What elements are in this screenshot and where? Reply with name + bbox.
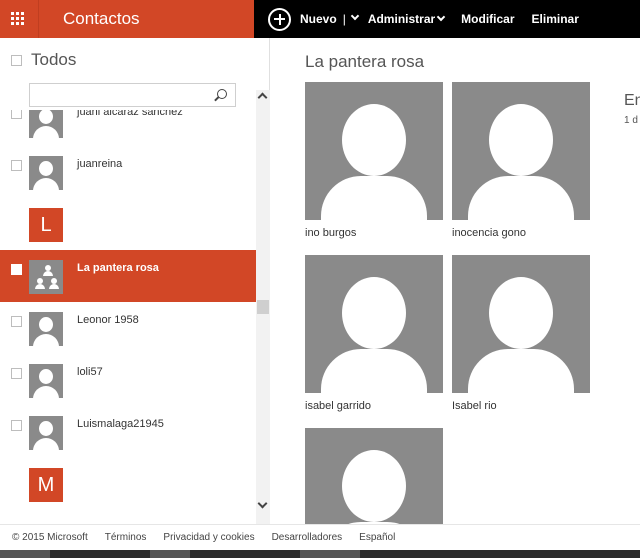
- scrollbar-thumb[interactable]: [257, 300, 269, 314]
- footer-link-privacy[interactable]: Privacidad y cookies: [163, 532, 254, 543]
- contact-name: La pantera rosa: [77, 262, 159, 274]
- letter-header: M: [0, 458, 256, 510]
- copyright-text: © 2015 Microsoft: [12, 532, 88, 543]
- letter-header: L: [0, 198, 256, 250]
- side-panel-heading: En: [624, 92, 640, 109]
- delete-button[interactable]: Eliminar: [532, 12, 579, 26]
- person-avatar-icon: [29, 110, 63, 138]
- command-separator: |: [342, 12, 346, 26]
- item-checkbox[interactable]: [11, 316, 22, 327]
- select-all-checkbox[interactable]: [11, 54, 22, 66]
- member-card[interactable]: Isabel rio: [452, 255, 590, 412]
- contact-name: juanreina: [77, 158, 123, 170]
- chevron-down-icon[interactable]: [257, 498, 268, 509]
- member-card[interactable]: inocencia gono: [452, 82, 590, 239]
- app-name[interactable]: Contactos: [63, 9, 140, 29]
- taskbar-block: [0, 550, 50, 558]
- list-item-selected[interactable]: La pantera rosa: [0, 250, 256, 302]
- person-avatar-icon: [305, 82, 443, 220]
- member-name: ino burgos: [305, 227, 357, 239]
- member-card[interactable]: ino burgos: [305, 82, 443, 239]
- item-checkbox[interactable]: [11, 368, 22, 379]
- contact-name: Luismalaga21945: [77, 418, 164, 430]
- plus-circle-icon[interactable]: [268, 7, 291, 31]
- select-all-label[interactable]: Todos: [31, 50, 76, 70]
- page-title: La pantera rosa: [305, 52, 425, 71]
- manage-button[interactable]: Administrar: [367, 12, 446, 26]
- chevron-up-icon[interactable]: [257, 92, 268, 103]
- person-avatar-icon: [29, 416, 63, 450]
- search-input[interactable]: [30, 84, 210, 106]
- chevron-down-icon: [436, 12, 446, 22]
- list-item[interactable]: loli57: [0, 354, 256, 406]
- person-avatar-icon: [452, 255, 590, 393]
- select-all-row: Todos: [0, 48, 76, 72]
- letter-tile[interactable]: L: [29, 208, 63, 242]
- person-avatar-icon: [29, 156, 63, 190]
- scrollbar[interactable]: [256, 90, 270, 524]
- app-launcher-button[interactable]: [0, 0, 38, 38]
- chevron-down-icon[interactable]: [350, 11, 360, 21]
- list-item[interactable]: Leonor 1958: [0, 302, 256, 354]
- member-name: inocencia gono: [452, 227, 527, 239]
- footer-link-developers[interactable]: Desarrolladores: [272, 532, 343, 543]
- item-checkbox[interactable]: [11, 264, 22, 275]
- contact-name: juani alcaraz sanchez: [77, 110, 183, 118]
- member-name: isabel garrido: [305, 400, 372, 412]
- search-box: [29, 83, 236, 107]
- person-avatar-icon: [452, 82, 590, 220]
- list-item[interactable]: juanreina: [0, 146, 256, 198]
- letter-tile[interactable]: M: [29, 468, 63, 502]
- taskbar-block: [150, 550, 190, 558]
- footer: © 2015 Microsoft Términos Privacidad y c…: [0, 524, 640, 550]
- manage-label: Administrar: [367, 12, 436, 26]
- taskbar-block: [300, 550, 360, 558]
- command-bar: Nuevo | Administrar Modificar Eliminar: [254, 0, 640, 38]
- item-checkbox[interactable]: [11, 160, 22, 171]
- top-bar: Contactos Nuevo | Administrar Modificar …: [0, 0, 640, 38]
- edit-button[interactable]: Modificar: [461, 12, 514, 26]
- list-item[interactable]: Luismalaga21945: [0, 406, 256, 458]
- member-name: Isabel rio: [452, 400, 497, 412]
- taskbar-strip: [0, 550, 640, 558]
- person-avatar-icon: [305, 255, 443, 393]
- contact-name: loli57: [77, 366, 103, 378]
- contact-name: Leonor 1958: [77, 314, 139, 326]
- list-item[interactable]: juani alcaraz sanchez: [0, 110, 256, 146]
- item-checkbox[interactable]: [11, 110, 22, 119]
- group-detail: La pantera rosa ino burgos inocencia gon…: [271, 38, 640, 524]
- footer-link-terms[interactable]: Términos: [105, 532, 147, 543]
- search-icon[interactable]: [217, 89, 227, 99]
- contacts-sidebar: Todos juani alcaraz sanchez juanreina L: [0, 38, 270, 524]
- side-panel-subtext: 1 d: [624, 115, 638, 126]
- member-card[interactable]: isabel garrido: [305, 255, 443, 412]
- person-avatar-icon: [305, 428, 443, 524]
- footer-link-language[interactable]: Español: [359, 532, 395, 543]
- person-avatar-icon: [29, 312, 63, 346]
- person-avatar-icon: [29, 364, 63, 398]
- item-checkbox[interactable]: [11, 420, 22, 431]
- group-icon: [29, 260, 63, 294]
- waffle-icon: [11, 12, 25, 26]
- new-button[interactable]: Nuevo: [300, 12, 337, 26]
- contact-list: juani alcaraz sanchez juanreina L La pan…: [0, 110, 256, 524]
- app-header: Contactos: [38, 0, 254, 38]
- member-card[interactable]: [305, 428, 443, 524]
